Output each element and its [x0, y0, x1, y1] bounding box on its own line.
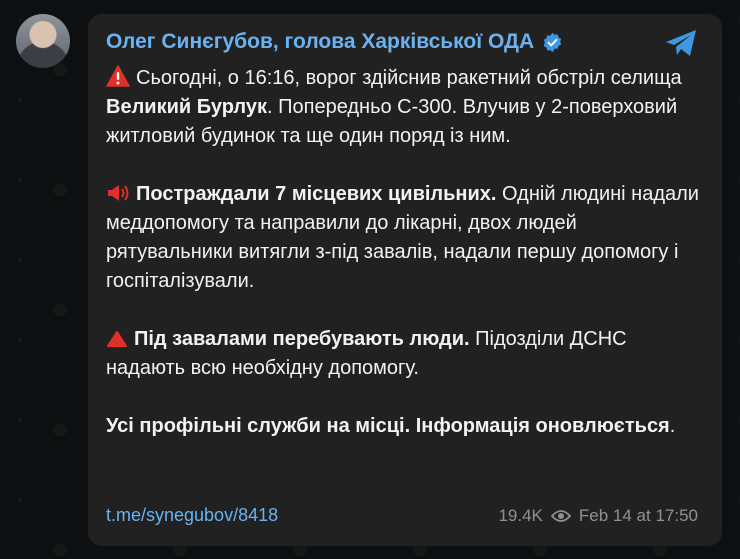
message-text: Сьогодні, о 16:16, ворог здійснив ракетн…: [106, 64, 706, 470]
paragraph-bold-text: Великий Бурлук: [106, 96, 267, 118]
paragraph-bold-text: Постраждали 7 місцевих цивільних.: [136, 183, 497, 205]
channel-name[interactable]: Олег Синєгубов, голова Харківської ОДА: [106, 30, 534, 54]
paragraph-rubble: Під завалами перебувають люди. Підозділи…: [106, 325, 706, 383]
eye-icon: [550, 510, 571, 522]
post-link[interactable]: t.me/synegubov/8418: [106, 505, 278, 526]
view-count: 19.4K: [498, 506, 543, 525]
share-icon[interactable]: [664, 28, 698, 58]
paragraph-attack: Сьогодні, о 16:16, ворог здійснив ракетн…: [106, 64, 706, 151]
paragraph-bold-text: Усі профільні служби на місці. Інформаці…: [106, 415, 670, 437]
message-header: Олег Синєгубов, голова Харківської ОДА: [106, 30, 563, 54]
paragraph-bold-text: Під завалами перебувають люди.: [134, 328, 470, 350]
message-meta: 19.4K Feb 14 at 17:50: [498, 506, 698, 526]
paragraph-text: Сьогодні, о 16:16, ворог здійснив ракетн…: [136, 67, 682, 89]
paragraph-casualties: Постраждали 7 місцевих цивільних. Одній …: [106, 180, 706, 296]
verified-icon: [544, 32, 562, 52]
avatar[interactable]: [16, 14, 70, 68]
loudspeaker-icon: [108, 185, 129, 201]
warning-icon: [106, 65, 130, 87]
timestamp: Feb 14 at 17:50: [578, 506, 698, 525]
red-triangle-icon: [107, 331, 127, 347]
paragraph-text: .: [669, 415, 676, 437]
paragraph-services: Усі профільні служби на місці. Інформаці…: [106, 412, 706, 441]
